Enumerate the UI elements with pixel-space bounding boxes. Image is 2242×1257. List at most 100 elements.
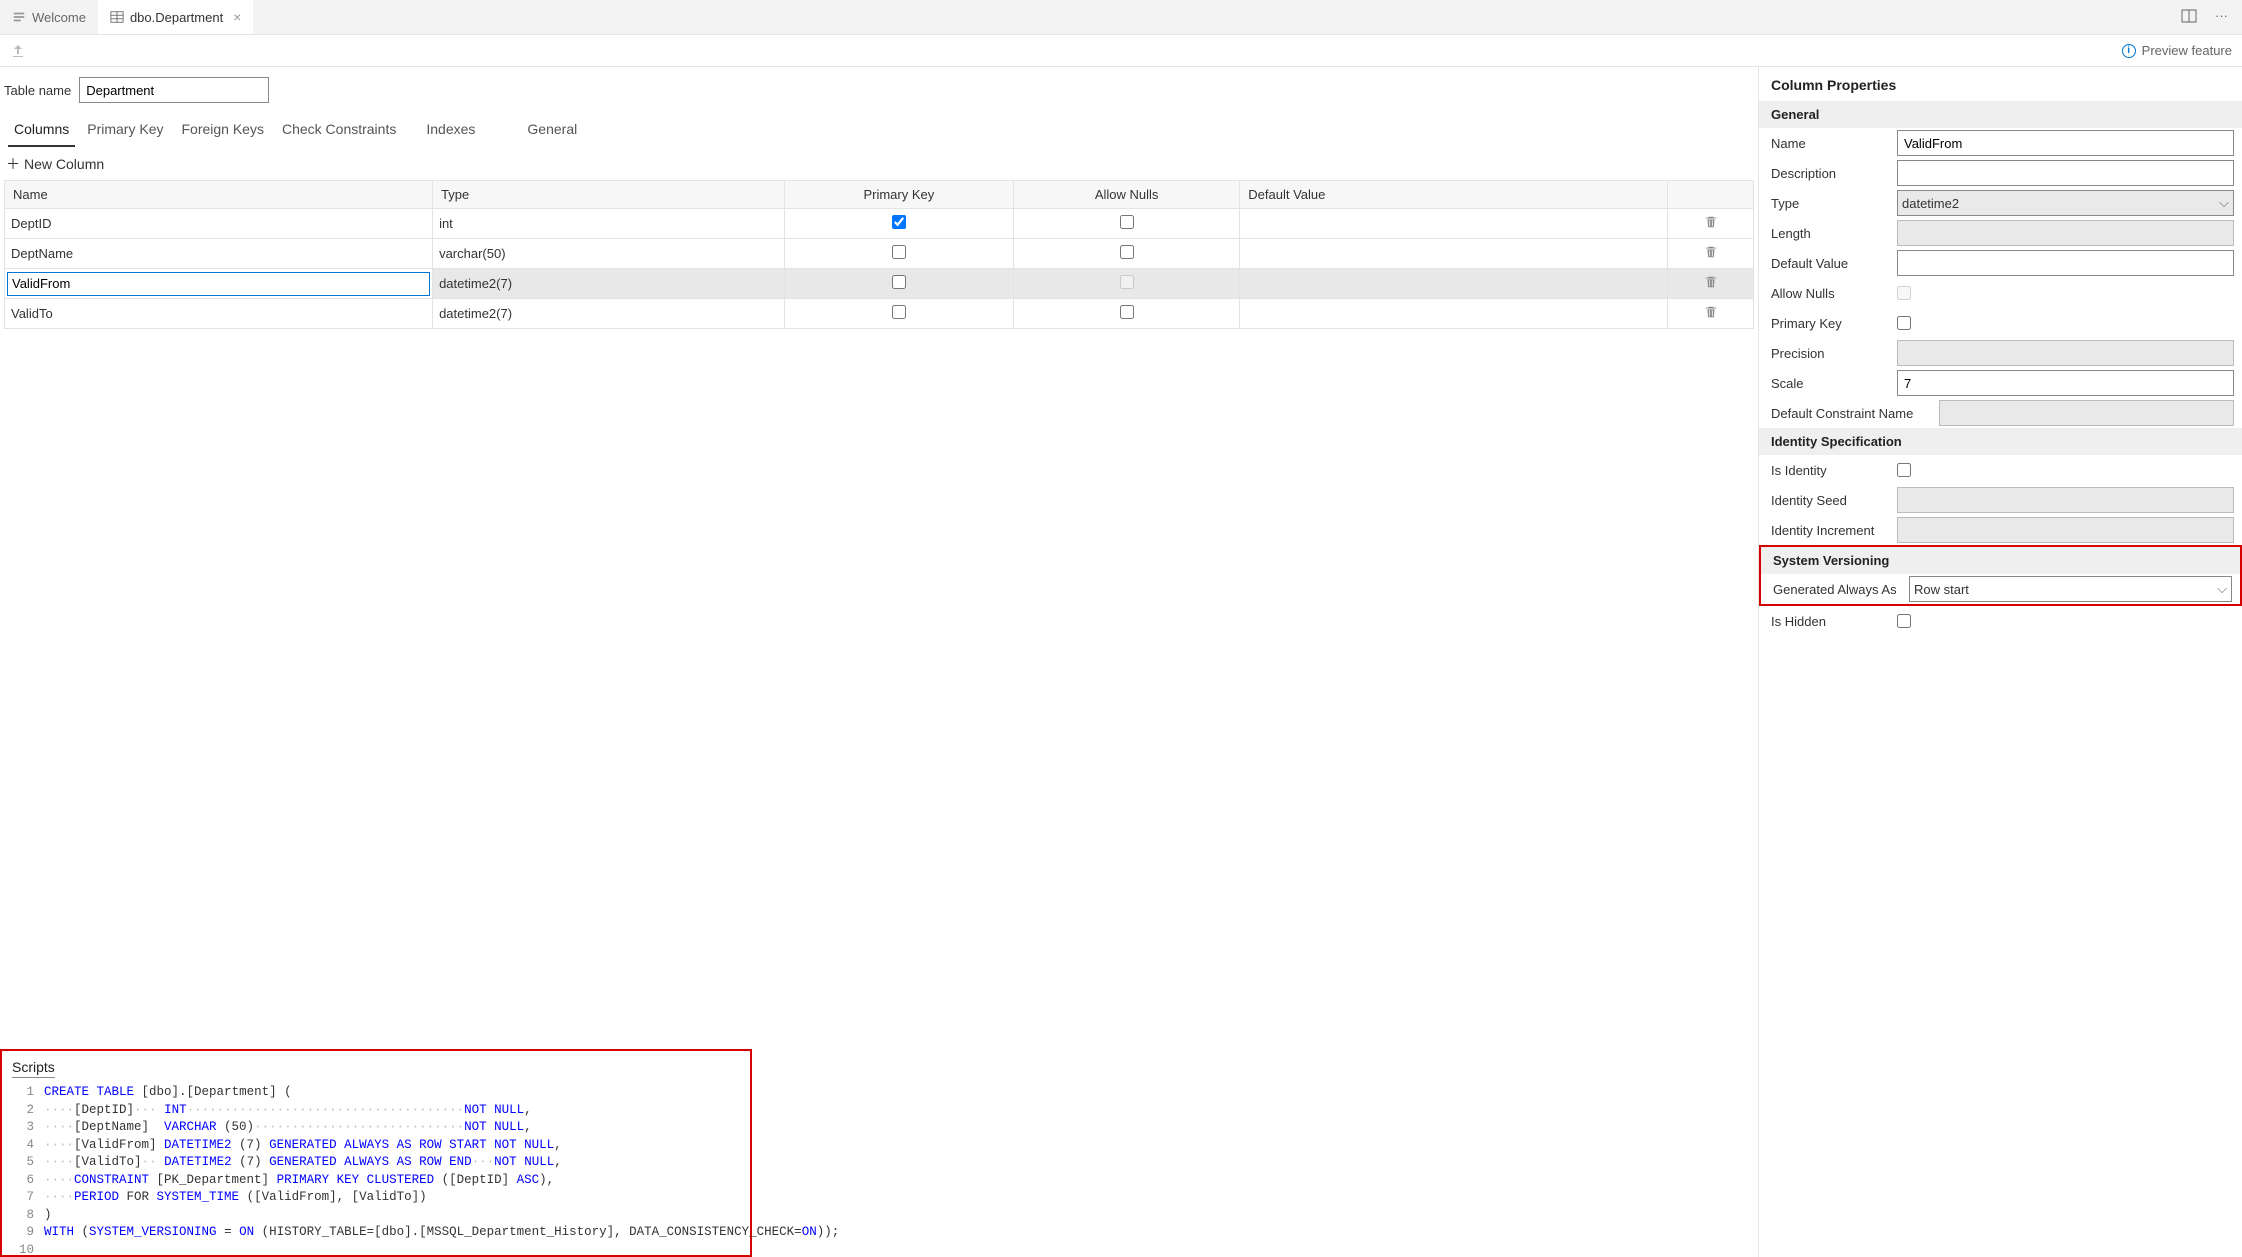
new-column-button[interactable]: ＋ New Column — [0, 146, 1758, 180]
trash-icon[interactable] — [1704, 215, 1718, 229]
prop-allow-nulls-label: Allow Nulls — [1771, 286, 1889, 301]
tab-general[interactable]: General — [521, 115, 583, 146]
info-icon: i — [2122, 44, 2136, 58]
props-title: Column Properties — [1759, 67, 2242, 101]
prop-hidden-checkbox[interactable] — [1897, 614, 1911, 628]
cell-name[interactable]: DeptName — [5, 239, 433, 269]
prop-dcn-input — [1939, 400, 2234, 426]
editor-tab-bar: Welcome dbo.Department × ··· — [0, 0, 2242, 35]
scripts-title: Scripts — [12, 1059, 55, 1078]
prop-incr-input — [1897, 517, 2234, 543]
cell-nulls-checkbox[interactable] — [1120, 305, 1134, 319]
split-editor-icon[interactable] — [2177, 6, 2201, 29]
prop-scale-input[interactable] — [1897, 370, 2234, 396]
table-name-input[interactable] — [79, 77, 269, 103]
prop-is-identity-label: Is Identity — [1771, 463, 1889, 478]
cell-type[interactable]: int — [433, 209, 785, 239]
col-header-name[interactable]: Name — [5, 181, 433, 209]
cell-default[interactable] — [1240, 299, 1668, 329]
prop-pk-label: Primary Key — [1771, 316, 1889, 331]
col-header-default[interactable]: Default Value — [1240, 181, 1668, 209]
scripts-pane: Scripts 1CREATE TABLE [dbo].[Department]… — [0, 1049, 752, 1257]
cell-default[interactable] — [1240, 239, 1668, 269]
tab-dbo-department[interactable]: dbo.Department × — [98, 0, 253, 34]
trash-icon[interactable] — [1704, 245, 1718, 259]
cell-type[interactable]: datetime2(7) — [433, 269, 785, 299]
prop-length-label: Length — [1771, 226, 1889, 241]
prop-desc-input[interactable] — [1897, 160, 2234, 186]
new-column-label: New Column — [24, 156, 104, 172]
prop-seed-label: Identity Seed — [1771, 493, 1889, 508]
table-row[interactable]: DeptName varchar(50) — [5, 239, 1754, 269]
chevron-down-icon: ⌵ — [2219, 195, 2229, 211]
cell-nulls-checkbox[interactable] — [1120, 215, 1134, 229]
close-icon[interactable]: × — [233, 9, 241, 25]
prop-dcn-label: Default Constraint Name — [1771, 406, 1931, 421]
cell-nulls-checkbox — [1120, 275, 1134, 289]
prop-type-select[interactable]: datetime2 ⌵ — [1897, 190, 2234, 216]
prop-pk-checkbox[interactable] — [1897, 316, 1911, 330]
tab-label: dbo.Department — [130, 10, 223, 25]
column-properties-panel: Column Properties General Name Descripti… — [1758, 67, 2242, 1257]
prop-incr-label: Identity Increment — [1771, 523, 1889, 538]
cell-type[interactable]: varchar(50) — [433, 239, 785, 269]
col-header-type[interactable]: Type — [433, 181, 785, 209]
prop-scale-label: Scale — [1771, 376, 1889, 391]
cell-pk-checkbox[interactable] — [892, 305, 906, 319]
prop-type-label: Type — [1771, 196, 1889, 211]
cell-pk-checkbox[interactable] — [892, 275, 906, 289]
prop-name-input[interactable] — [1897, 130, 2234, 156]
table-name-label: Table name — [4, 83, 71, 98]
prop-precision-input — [1897, 340, 2234, 366]
publish-icon[interactable] — [10, 43, 26, 59]
cell-nulls-checkbox[interactable] — [1120, 245, 1134, 259]
tab-primary-key[interactable]: Primary Key — [81, 115, 169, 146]
prop-generated-select[interactable]: Row start ⌵ — [1909, 576, 2232, 602]
prop-seed-input — [1897, 487, 2234, 513]
more-actions-icon[interactable]: ··· — [2211, 6, 2232, 29]
prop-allow-nulls-checkbox — [1897, 286, 1911, 300]
cell-default[interactable] — [1240, 269, 1668, 299]
col-header-nulls[interactable]: Allow Nulls — [1014, 181, 1240, 209]
cell-default[interactable] — [1240, 209, 1668, 239]
col-header-pk[interactable]: Primary Key — [784, 181, 1013, 209]
columns-grid: Name Type Primary Key Allow Nulls Defaul… — [4, 180, 1754, 329]
designer-section-tabs: Columns Primary Key Foreign Keys Check C… — [4, 115, 1754, 146]
table-row[interactable]: datetime2(7) — [5, 269, 1754, 299]
prop-default-input[interactable] — [1897, 250, 2234, 276]
tab-indexes[interactable]: Indexes — [420, 115, 481, 146]
cell-name[interactable]: DeptID — [5, 209, 433, 239]
prop-default-label: Default Value — [1771, 256, 1889, 271]
scripts-code[interactable]: 1CREATE TABLE [dbo].[Department] ( 2····… — [12, 1084, 740, 1257]
prop-length-input — [1897, 220, 2234, 246]
prop-hidden-label: Is Hidden — [1771, 614, 1889, 629]
prop-desc-label: Description — [1771, 166, 1889, 181]
table-row[interactable]: DeptID int — [5, 209, 1754, 239]
cell-name-input[interactable] — [7, 272, 430, 296]
welcome-icon — [12, 10, 26, 24]
section-general: General — [1759, 101, 2242, 128]
designer-toolbar: i Preview feature — [0, 35, 2242, 67]
table-row[interactable]: ValidTo datetime2(7) — [5, 299, 1754, 329]
cell-type[interactable]: datetime2(7) — [433, 299, 785, 329]
section-versioning: System Versioning — [1761, 547, 2240, 574]
tab-welcome[interactable]: Welcome — [0, 0, 98, 34]
prop-is-identity-checkbox[interactable] — [1897, 463, 1911, 477]
tab-foreign-keys[interactable]: Foreign Keys — [175, 115, 269, 146]
cell-pk-checkbox[interactable] — [892, 215, 906, 229]
section-identity: Identity Specification — [1759, 428, 2242, 455]
tab-columns[interactable]: Columns — [8, 115, 75, 147]
trash-icon[interactable] — [1704, 275, 1718, 289]
tab-check-constraints[interactable]: Check Constraints — [276, 115, 402, 146]
chevron-down-icon: ⌵ — [2217, 581, 2227, 597]
prop-generated-label: Generated Always As — [1773, 582, 1901, 597]
cell-name[interactable]: ValidTo — [5, 299, 433, 329]
prop-name-label: Name — [1771, 136, 1889, 151]
plus-icon: ＋ — [6, 154, 20, 174]
tab-label: Welcome — [32, 10, 86, 25]
preview-feature-label: Preview feature — [2142, 43, 2232, 58]
table-icon — [110, 10, 124, 24]
prop-precision-label: Precision — [1771, 346, 1889, 361]
cell-pk-checkbox[interactable] — [892, 245, 906, 259]
trash-icon[interactable] — [1704, 305, 1718, 319]
